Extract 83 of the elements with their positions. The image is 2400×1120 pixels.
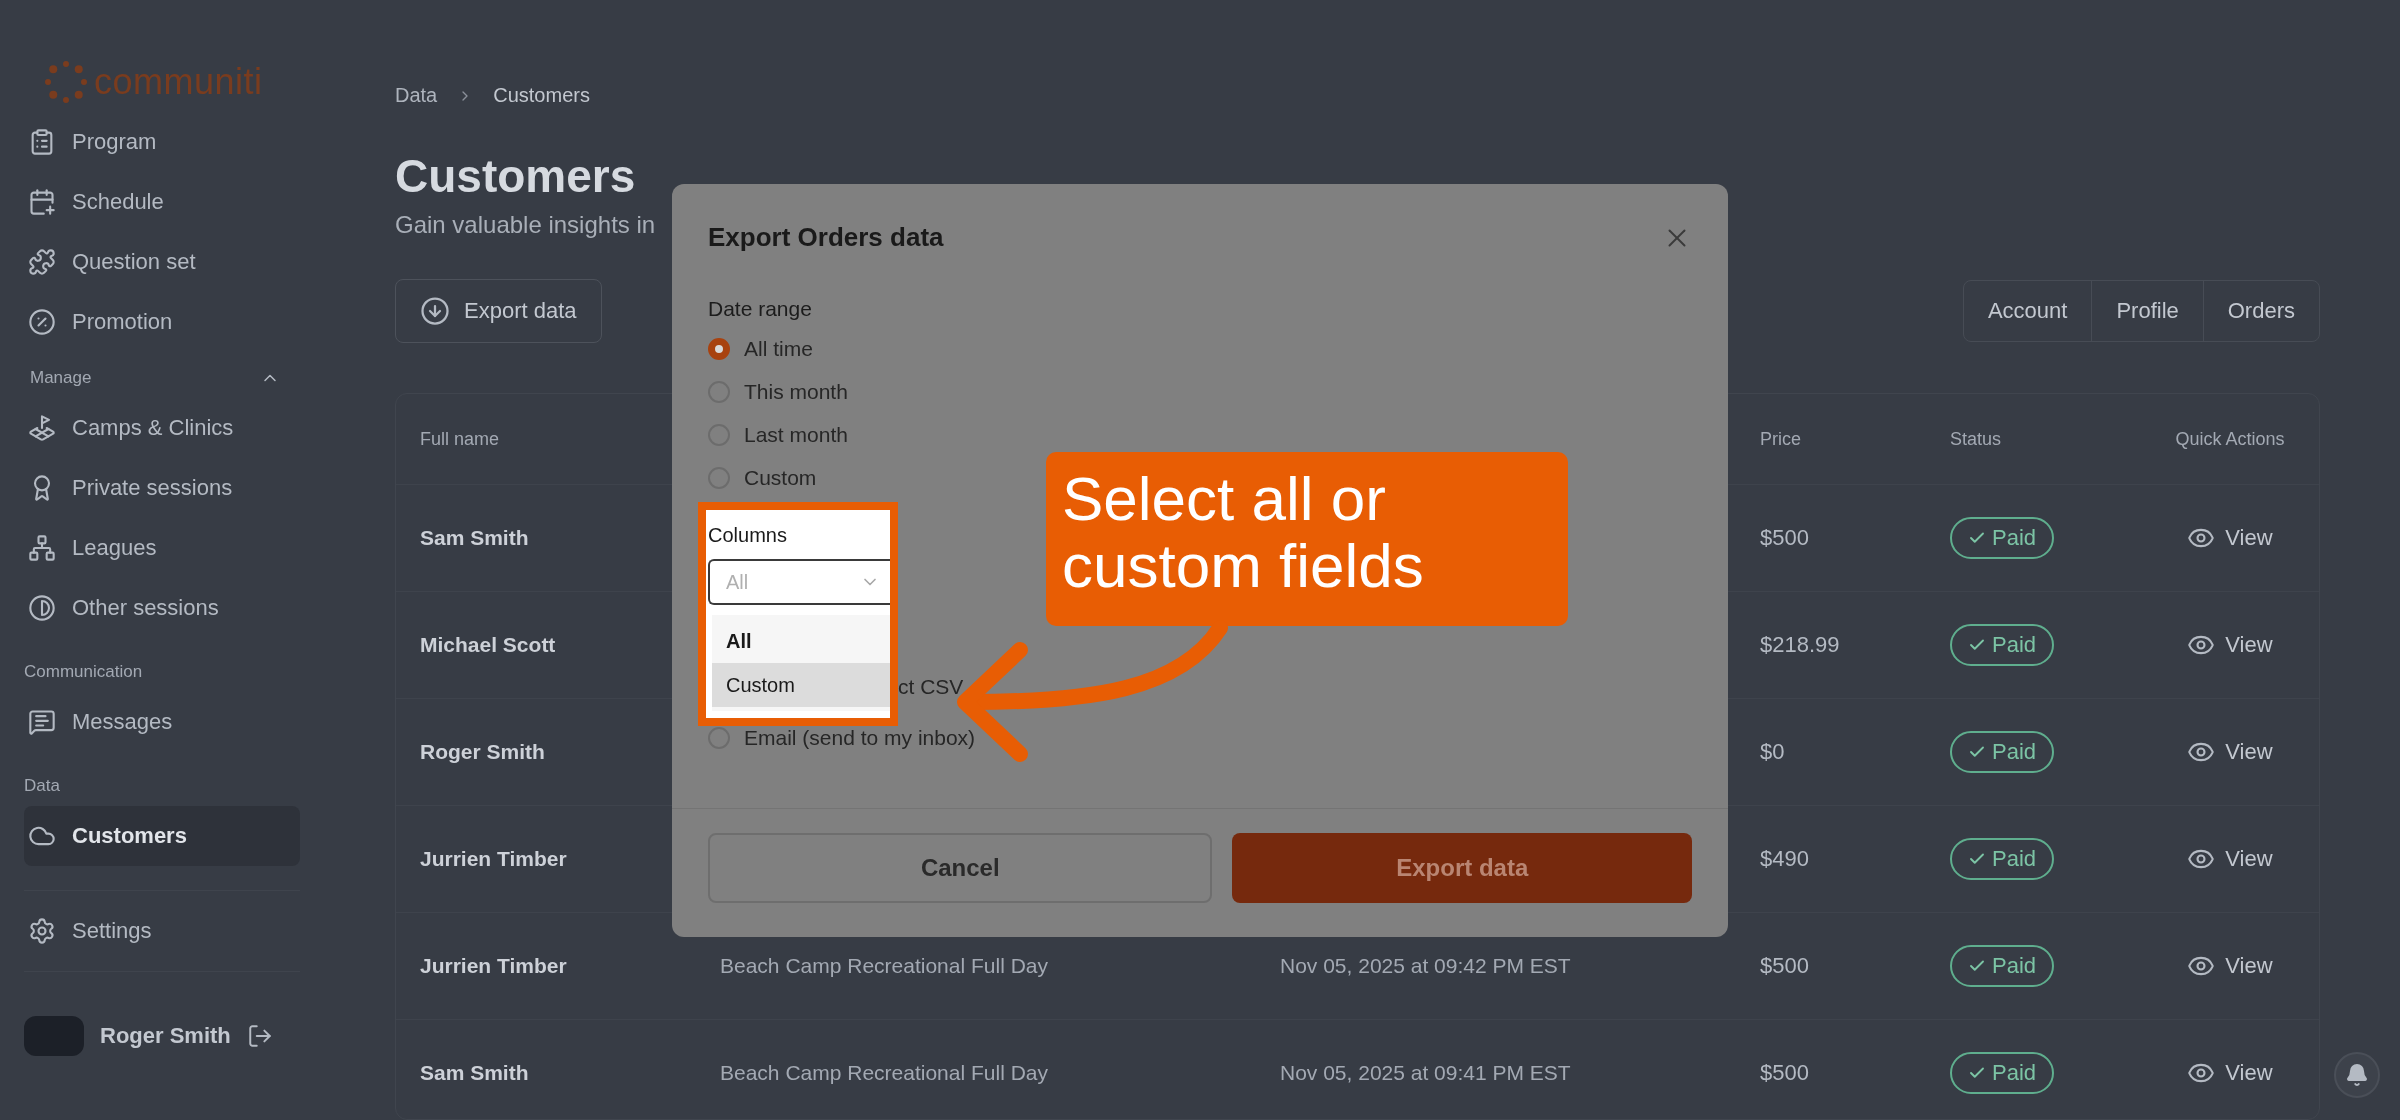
nav-item[interactable]: Settings: [24, 901, 300, 961]
view-button[interactable]: View: [2181, 951, 2279, 981]
nav-item[interactable]: Camps & Clinics: [24, 398, 300, 458]
column-header: Full name: [420, 428, 501, 450]
price: $0: [1760, 739, 1786, 765]
nav-item[interactable]: Program: [24, 112, 300, 172]
nav-item[interactable]: Other sessions: [24, 578, 300, 638]
program-name: Beach Camp Recreational Full Day: [720, 954, 1049, 978]
radio-label: All time: [744, 336, 813, 361]
status-label: Paid: [1992, 1060, 2037, 1086]
export-button[interactable]: Export data: [395, 279, 602, 343]
page-subtitle: Gain valuable insights in: [395, 211, 656, 239]
section-label: Data: [24, 775, 61, 797]
radio-label: Custom: [744, 465, 817, 490]
customer-name: Sam Smith: [420, 1061, 530, 1085]
nav-item[interactable]: Promotion: [24, 292, 300, 352]
export-submit-button[interactable]: Export data: [1232, 833, 1692, 903]
status-label: Paid: [1992, 846, 2037, 872]
callout-box: Select all or custom fields: [1046, 452, 1568, 626]
contrast-icon: [28, 594, 56, 622]
status-label: Paid: [1992, 632, 2037, 658]
section-label: Communication: [24, 661, 144, 683]
price: $490: [1760, 846, 1810, 872]
radio-label: This month: [744, 379, 848, 404]
column-header: Quick Actions: [2175, 428, 2285, 450]
view-button[interactable]: View: [2181, 630, 2279, 660]
field-label: Columns: [708, 524, 788, 547]
price: $500: [1760, 1060, 1810, 1086]
page-title: Customers: [395, 149, 636, 203]
customer-name: Jurrien Timber: [420, 954, 568, 978]
customer-name: Roger Smith: [420, 740, 546, 764]
download-icon: [420, 296, 450, 326]
view-button[interactable]: View: [2181, 737, 2279, 767]
avatar: [24, 1016, 84, 1056]
section-toggle[interactable]: Manage: [24, 352, 300, 398]
nav-item[interactable]: Private sessions: [24, 458, 300, 518]
logo-icon: [42, 58, 90, 106]
column-header: Status: [1950, 428, 2003, 450]
percent-icon: [28, 308, 56, 336]
status-label: Paid: [1992, 739, 2037, 765]
price: $218.99: [1760, 632, 1841, 658]
puzzle-icon: [28, 248, 56, 276]
breadcrumb-current: Customers: [493, 84, 590, 107]
logo-text: communiti: [94, 61, 263, 103]
calendar-plus-icon: [28, 188, 56, 216]
view-tab[interactable]: Orders: [2202, 281, 2319, 341]
nav-item[interactable]: Customers: [24, 806, 300, 866]
view-tab[interactable]: Profile: [2091, 281, 2203, 341]
radio-button[interactable]: [708, 337, 730, 360]
dialog-title: Export Orders data: [708, 222, 944, 253]
notification-button[interactable]: [2334, 1052, 2380, 1098]
view-tab[interactable]: Account: [1963, 281, 2092, 341]
nav-item[interactable]: Schedule: [24, 172, 300, 232]
status-label: Paid: [1992, 525, 2037, 551]
status-label: Paid: [1992, 953, 2037, 979]
radio-label: Last month: [744, 422, 848, 447]
customer-name: Jurrien Timber: [420, 847, 568, 871]
logout-icon[interactable]: [246, 1023, 273, 1049]
view-button[interactable]: View: [2181, 844, 2279, 874]
breadcrumb-link[interactable]: Data: [395, 84, 438, 107]
order-date: Nov 05, 2025 at 09:41 PM EST: [1280, 1061, 1572, 1085]
nav-item[interactable]: Messages: [24, 692, 300, 752]
customer-name: Michael Scott: [420, 633, 557, 657]
network-icon: [28, 534, 56, 562]
radio-label: ct CSV: [898, 674, 964, 699]
flag-icon: [28, 414, 56, 442]
field-label: Date range: [708, 297, 813, 321]
user-name: Roger Smith: [100, 1023, 231, 1049]
program-name: Beach Camp Recreational Full Day: [720, 1061, 1049, 1085]
price: $500: [1760, 525, 1810, 551]
radio-label: Email (send to my inbox): [744, 725, 976, 750]
settings-icon: [28, 917, 56, 945]
column-header: Price: [1760, 428, 1802, 450]
bell-icon: [2345, 1063, 2369, 1087]
dropdown-option[interactable]: Custom: [712, 663, 890, 707]
cancel-button[interactable]: Cancel: [708, 833, 1213, 903]
order-date: Nov 05, 2025 at 09:42 PM EST: [1280, 954, 1572, 978]
view-button[interactable]: View: [2181, 523, 2279, 553]
message-icon: [28, 708, 56, 736]
nav-item[interactable]: Leagues: [24, 518, 300, 578]
price: $500: [1760, 953, 1810, 979]
view-button[interactable]: View: [2181, 1058, 2279, 1088]
nav-item[interactable]: Question set: [24, 232, 300, 292]
